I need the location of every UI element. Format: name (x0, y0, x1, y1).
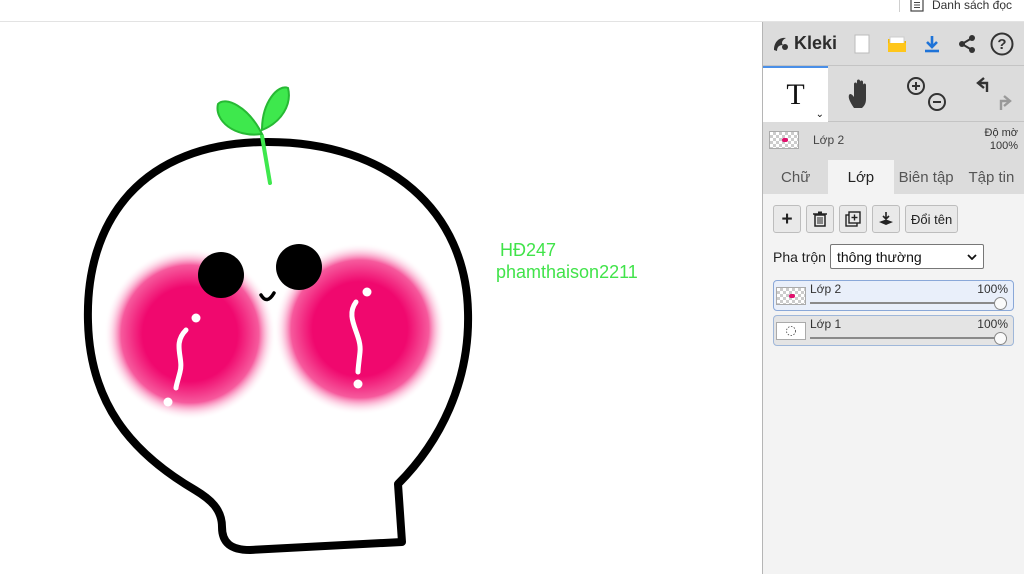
blend-mode-label: Pha trộn (773, 248, 826, 265)
reading-list-label: Danh sách đọc (931, 0, 1012, 12)
opacity-label: Độ mờ (984, 127, 1019, 139)
current-layer-preview: Lớp 2 Độ mờ 100% (763, 122, 1024, 158)
share-button[interactable] (950, 27, 983, 61)
delete-layer-button[interactable] (806, 205, 834, 233)
current-layer-opacity: Độ mờ 100% (985, 127, 1019, 153)
new-image-button[interactable] (845, 27, 878, 61)
layer-thumbnail (776, 287, 806, 305)
sprout-left-leaf (216, 100, 264, 136)
layer-thumbnail-art (786, 326, 796, 336)
zoom-icon (906, 77, 946, 111)
layer-opacity: 100% (977, 282, 1008, 296)
blend-mode-select[interactable]: thông thường (829, 244, 984, 269)
trash-icon (813, 211, 827, 227)
opacity-value: 100% (989, 140, 1018, 152)
layer-item-2[interactable]: Lớp 2 100% (773, 280, 1014, 311)
artwork (83, 86, 473, 554)
layer-name: Lớp 2 (810, 282, 842, 296)
layer-preview-thumbnail (769, 131, 799, 149)
kleki-logo-icon (774, 37, 788, 51)
canvas-text-line2: phamthaison2211 (496, 262, 638, 282)
tab-layers[interactable]: Lớp (828, 160, 894, 194)
reading-list-button[interactable]: Danh sách đọc (898, 0, 1012, 14)
left-cheek (104, 248, 276, 420)
layer-item-1[interactable]: Lớp 1 100% (773, 315, 1014, 346)
drawing-canvas[interactable]: HĐ247 phamthaison2211 (0, 22, 762, 574)
layer-actions: + Đổi tên (773, 205, 1014, 233)
new-image-icon (854, 34, 870, 53)
app-root: Danh sách đọc HĐ247 phamthaison2211 Klek… (0, 0, 1024, 574)
tab-file[interactable]: Tập tin (959, 160, 1024, 194)
blend-mode-value: thông thường (836, 248, 922, 265)
tool-panel: Kleki ? T ⌄ Lớp 2 Độ mờ 100% Chữ Lớp Biê… (762, 22, 1024, 574)
help-button[interactable]: ? (985, 27, 1018, 61)
merge-down-icon (879, 212, 893, 225)
chevron-down-icon[interactable]: ⌄ (816, 109, 824, 120)
merge-down-button[interactable] (872, 205, 900, 233)
share-icon (958, 34, 975, 53)
duplicate-icon (845, 211, 861, 227)
browser-toolbar: Danh sách đọc (0, 0, 1024, 22)
tab-edit[interactable]: Biên tập (894, 160, 959, 194)
download-icon (924, 35, 939, 52)
right-eye (276, 244, 322, 290)
hand-tool-button[interactable] (828, 66, 893, 122)
opacity-slider-handle[interactable] (994, 332, 1007, 345)
help-icon: ? (990, 32, 1014, 55)
sprout-right-leaf (260, 86, 290, 132)
duplicate-layer-button[interactable] (839, 205, 867, 233)
left-eye (198, 252, 244, 298)
toolbar-separator (898, 0, 900, 12)
layers-tab-content: + Đổi tên Pha trộn thông thường Lớp 2 10… (763, 194, 1024, 574)
undo-redo-icon (975, 77, 1012, 110)
add-layer-button[interactable]: + (773, 205, 801, 233)
open-button[interactable] (880, 27, 913, 61)
layer-name: Lớp 1 (810, 317, 842, 331)
panel-tabs: Chữ Lớp Biên tập Tập tin (763, 160, 1024, 194)
hand-tool-icon (848, 79, 866, 108)
tool-selector: T ⌄ (763, 66, 1024, 122)
opacity-slider-handle[interactable] (994, 297, 1007, 310)
undo-redo-buttons[interactable] (958, 66, 1023, 122)
zoom-buttons[interactable] (893, 66, 958, 122)
kleki-logo[interactable]: Kleki (771, 33, 837, 54)
opacity-slider-track[interactable] (810, 302, 1007, 304)
text-tool-button[interactable]: T ⌄ (763, 66, 828, 122)
app-header: Kleki ? (763, 22, 1024, 66)
text-tool-icon: T (786, 78, 805, 111)
app-name: Kleki (794, 33, 838, 53)
chevron-down-icon (967, 253, 977, 260)
plus-icon: + (781, 208, 793, 230)
canvas-text-line1: HĐ247 (500, 240, 557, 260)
layer-opacity: 100% (977, 317, 1008, 331)
layer-list: Lớp 2 100% Lớp 1 100% (773, 280, 1014, 346)
rename-layer-button[interactable]: Đổi tên (905, 205, 959, 233)
svg-text:?: ? (997, 36, 1006, 53)
layer-thumbnail (776, 322, 806, 340)
open-folder-icon (887, 36, 906, 52)
current-layer-name: Lớp 2 (813, 133, 845, 147)
tab-text[interactable]: Chữ (763, 160, 828, 194)
download-button[interactable] (915, 27, 948, 61)
reading-list-icon (910, 0, 924, 12)
blend-mode-row: Pha trộn thông thường (773, 244, 1014, 269)
opacity-slider-track[interactable] (810, 337, 1007, 339)
